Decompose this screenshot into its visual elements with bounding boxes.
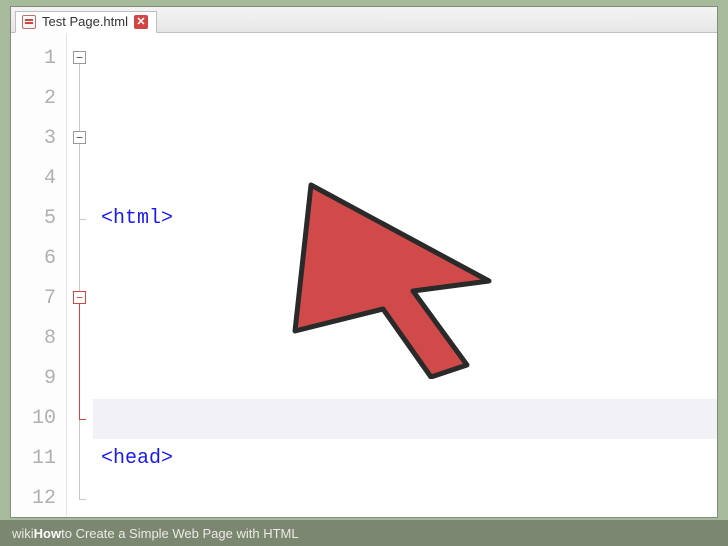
file-tab[interactable]: Test Page.html ✕ [15, 11, 157, 33]
code-area[interactable]: <html> <head> <title> My First Webpage <… [93, 33, 717, 517]
line-number: 1 [11, 39, 66, 79]
fold-guide [79, 64, 80, 499]
line-number: 6 [11, 239, 66, 279]
line-number: 3 [11, 119, 66, 159]
fold-toggle[interactable]: − [73, 51, 86, 64]
line-number: 10 [11, 399, 66, 439]
code-editor[interactable]: 1 2 3 4 5 6 7 8 9 10 11 12 − − − <ht [11, 33, 717, 517]
current-line-highlight [93, 399, 717, 439]
line-number: 2 [11, 79, 66, 119]
fold-column: − − − [67, 33, 93, 517]
line-number: 9 [11, 359, 66, 399]
file-icon [22, 15, 36, 29]
line-number-gutter: 1 2 3 4 5 6 7 8 9 10 11 12 [11, 33, 67, 517]
line-number: 7 [11, 279, 66, 319]
fold-guide [79, 144, 80, 219]
tab-filename: Test Page.html [42, 14, 128, 30]
code-token-tag: <head> [101, 447, 173, 470]
fold-end [79, 419, 86, 420]
fold-toggle[interactable]: − [73, 291, 86, 304]
fold-end [79, 219, 86, 220]
fold-guide [79, 304, 80, 419]
line-number: 8 [11, 319, 66, 359]
line-number: 11 [11, 439, 66, 479]
brand-text: wiki [12, 527, 34, 540]
line-number: 4 [11, 159, 66, 199]
line-number: 12 [11, 479, 66, 517]
fold-toggle[interactable]: − [73, 131, 86, 144]
brand-text: How [34, 527, 61, 540]
close-icon[interactable]: ✕ [134, 15, 148, 29]
tab-bar: Test Page.html ✕ [11, 7, 717, 33]
code-token-tag: <html> [101, 207, 173, 230]
caption-bar: wikiHow to Create a Simple Web Page with… [0, 520, 728, 546]
line-number: 5 [11, 199, 66, 239]
editor-window: Test Page.html ✕ 1 2 3 4 5 6 7 8 9 10 11… [10, 6, 718, 518]
fold-end [79, 499, 86, 500]
caption-title: to Create a Simple Web Page with HTML [61, 527, 298, 540]
